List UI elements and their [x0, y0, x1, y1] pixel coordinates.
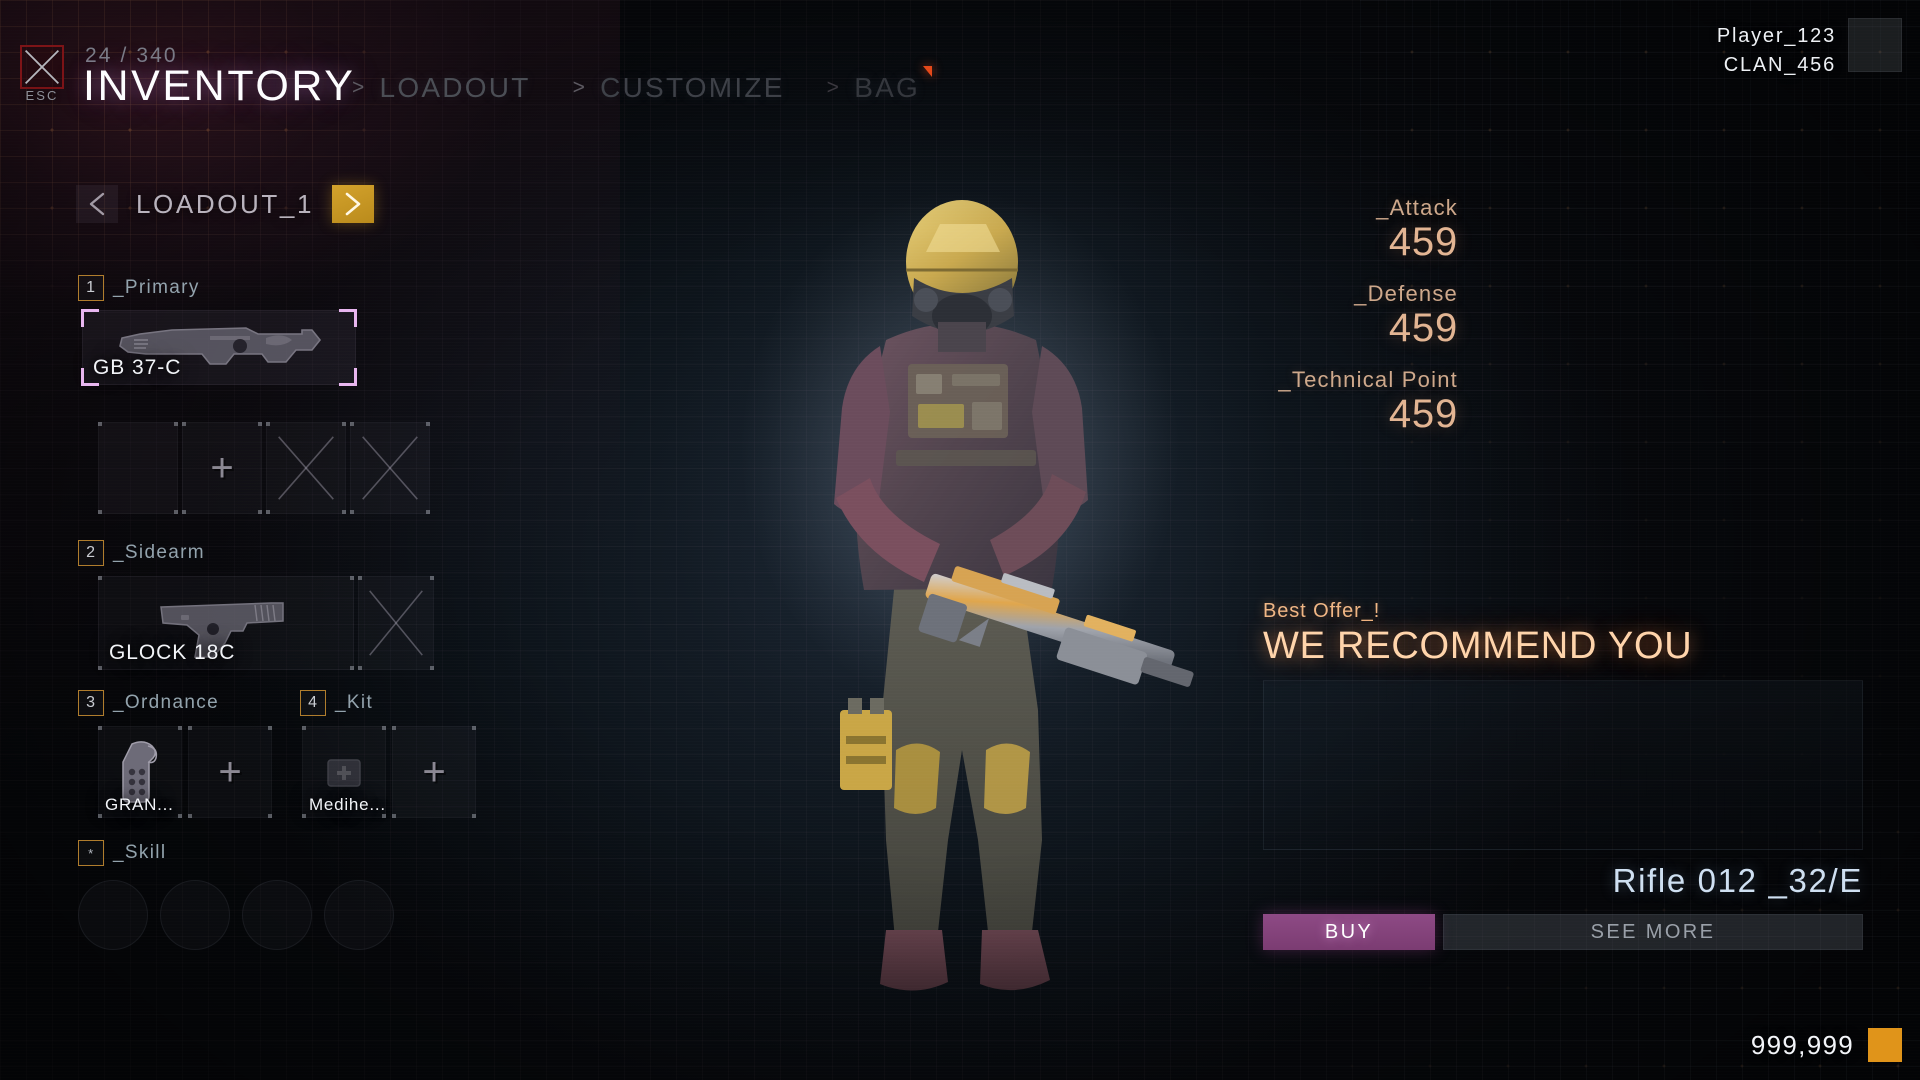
- attachment-slot-empty[interactable]: [98, 422, 178, 514]
- primary-hotkey: 1: [78, 275, 104, 301]
- stat-defense: _Defense 459: [1038, 281, 1458, 349]
- skill-label: _Skill: [113, 842, 167, 863]
- recommendation-actions: BUY SEE MORE: [1263, 914, 1863, 950]
- sidearm-weapon-slot[interactable]: GLOCK 18C: [98, 576, 354, 670]
- stat-technical-point: _Technical Point 459: [1038, 367, 1458, 435]
- chevron-right-icon: >: [352, 76, 366, 99]
- buy-button[interactable]: BUY: [1263, 914, 1435, 950]
- skill-slot[interactable]: [324, 880, 394, 950]
- kit-slots: Medihe... +: [302, 726, 476, 818]
- stat-defense-value: 459: [1388, 306, 1458, 350]
- currency-display: 999,999: [1751, 1028, 1902, 1062]
- medkit-icon: [327, 759, 361, 787]
- ordnance-slot-add[interactable]: +: [188, 726, 272, 818]
- loadout-selector: LOADOUT_1: [76, 185, 375, 223]
- esc-label: ESC: [25, 88, 59, 103]
- stat-defense-label: _Defense: [1354, 281, 1458, 306]
- nav-tabs: > LOADOUT > CUSTOMIZE > BAG: [352, 66, 933, 104]
- tab-bag[interactable]: > BAG: [826, 66, 933, 104]
- stat-technical-point-label: _Technical Point: [1278, 367, 1458, 392]
- chevron-right-icon: [345, 192, 361, 216]
- chevron-left-icon: [89, 192, 105, 216]
- plus-icon: +: [218, 750, 242, 794]
- currency-amount: 999,999: [1750, 1029, 1854, 1060]
- stat-attack: _Attack 459: [1038, 195, 1458, 263]
- esc-close-button[interactable]: [20, 45, 64, 89]
- sidearm-attachment-slot-locked: [358, 576, 434, 670]
- skill-slots: [78, 880, 394, 950]
- recommendation-preview-area: [1263, 680, 1863, 850]
- player-clan: CLAN_456: [1723, 54, 1836, 76]
- selection-bracket-icon: [81, 368, 99, 386]
- sidearm-slot-header: 2 _Sidearm: [78, 540, 205, 566]
- recommendation-item-name: Rifle 012 _32/E: [1612, 862, 1863, 899]
- tab-loadout-label: LOADOUT: [379, 72, 531, 103]
- kit-label: _Kit: [335, 692, 374, 713]
- player-names: Player_123 CLAN_456: [1717, 18, 1836, 80]
- primary-slot-header: 1 _Primary: [78, 275, 200, 301]
- stat-attack-label: _Attack: [1376, 195, 1458, 220]
- kit-slot-add[interactable]: +: [392, 726, 476, 818]
- sidearm-label: _Sidearm: [113, 542, 205, 563]
- ordnance-slots: GRAN... +: [98, 726, 272, 818]
- tab-bag-label: BAG: [854, 72, 921, 103]
- loadout-prev-button[interactable]: [76, 185, 118, 223]
- plus-icon: +: [422, 750, 446, 794]
- recommendation-kicker: Best Offer_!: [1263, 600, 1381, 622]
- avatar[interactable]: [1848, 18, 1902, 72]
- skill-slot[interactable]: [160, 880, 230, 950]
- x-icon: [362, 436, 418, 500]
- see-more-button[interactable]: SEE MORE: [1443, 914, 1863, 950]
- page-title: INVENTORY: [83, 62, 356, 110]
- chevron-right-icon: >: [826, 76, 841, 99]
- ordnance-hotkey: 3: [78, 690, 104, 716]
- skill-slot[interactable]: [242, 880, 312, 950]
- kit-slot-filled[interactable]: Medihe...: [302, 726, 386, 818]
- recommendation-title: WE RECOMMEND YOU: [1263, 625, 1693, 667]
- skill-slot[interactable]: [78, 880, 148, 950]
- ordnance-label: _Ordnance: [113, 692, 219, 713]
- x-icon: [369, 590, 423, 656]
- kit-slot-header: 4 _Kit: [300, 690, 373, 716]
- recommendation-panel: Best Offer_! WE RECOMMEND YOU Rifle 012 …: [1263, 600, 1863, 950]
- primary-label: _Primary: [113, 277, 200, 298]
- selection-bracket-icon: [339, 368, 357, 386]
- loadout-next-button[interactable]: [332, 185, 375, 223]
- player-name: Player_123: [1716, 25, 1836, 47]
- player-card[interactable]: Player_123 CLAN_456: [1717, 18, 1902, 80]
- attachment-slot-locked: [266, 422, 346, 514]
- loadout-name: LOADOUT_1: [136, 188, 315, 219]
- stats-panel: _Attack 459 _Defense 459 _Technical Poin…: [1038, 195, 1458, 453]
- primary-item-name: GB 37-C: [93, 356, 182, 379]
- notification-badge-icon: [923, 66, 933, 77]
- kit-hotkey: 4: [300, 690, 326, 716]
- tab-customize-label: CUSTOMIZE: [600, 72, 785, 103]
- primary-weapon-slot[interactable]: GB 37-C: [81, 309, 357, 386]
- close-x-icon: [24, 49, 60, 85]
- attachment-slot-locked: [350, 422, 430, 514]
- attachment-slot-add[interactable]: +: [182, 422, 262, 514]
- primary-attachments: +: [98, 422, 430, 514]
- stat-attack-value: 459: [1388, 220, 1458, 264]
- skill-slot-header: * _Skill: [78, 840, 166, 866]
- kit-item-name: Medihe...: [309, 795, 386, 814]
- x-icon: [278, 436, 334, 500]
- ordnance-item-name: GRAN...: [105, 795, 174, 814]
- sidearm-hotkey: 2: [78, 540, 104, 566]
- tab-loadout[interactable]: > LOADOUT: [352, 72, 531, 104]
- sidearm-item-name: GLOCK 18C: [109, 641, 236, 664]
- selection-bracket-icon: [339, 309, 357, 327]
- selection-bracket-icon: [81, 309, 99, 327]
- currency-block-icon: [1868, 1028, 1902, 1062]
- skill-hotkey: *: [78, 840, 104, 866]
- ordnance-slot-filled[interactable]: GRAN...: [98, 726, 182, 818]
- tab-customize[interactable]: > CUSTOMIZE: [573, 72, 785, 104]
- plus-icon: +: [210, 446, 234, 490]
- chevron-right-icon: >: [572, 76, 587, 99]
- ordnance-slot-header: 3 _Ordnance: [78, 690, 219, 716]
- stat-technical-point-value: 459: [1388, 392, 1458, 436]
